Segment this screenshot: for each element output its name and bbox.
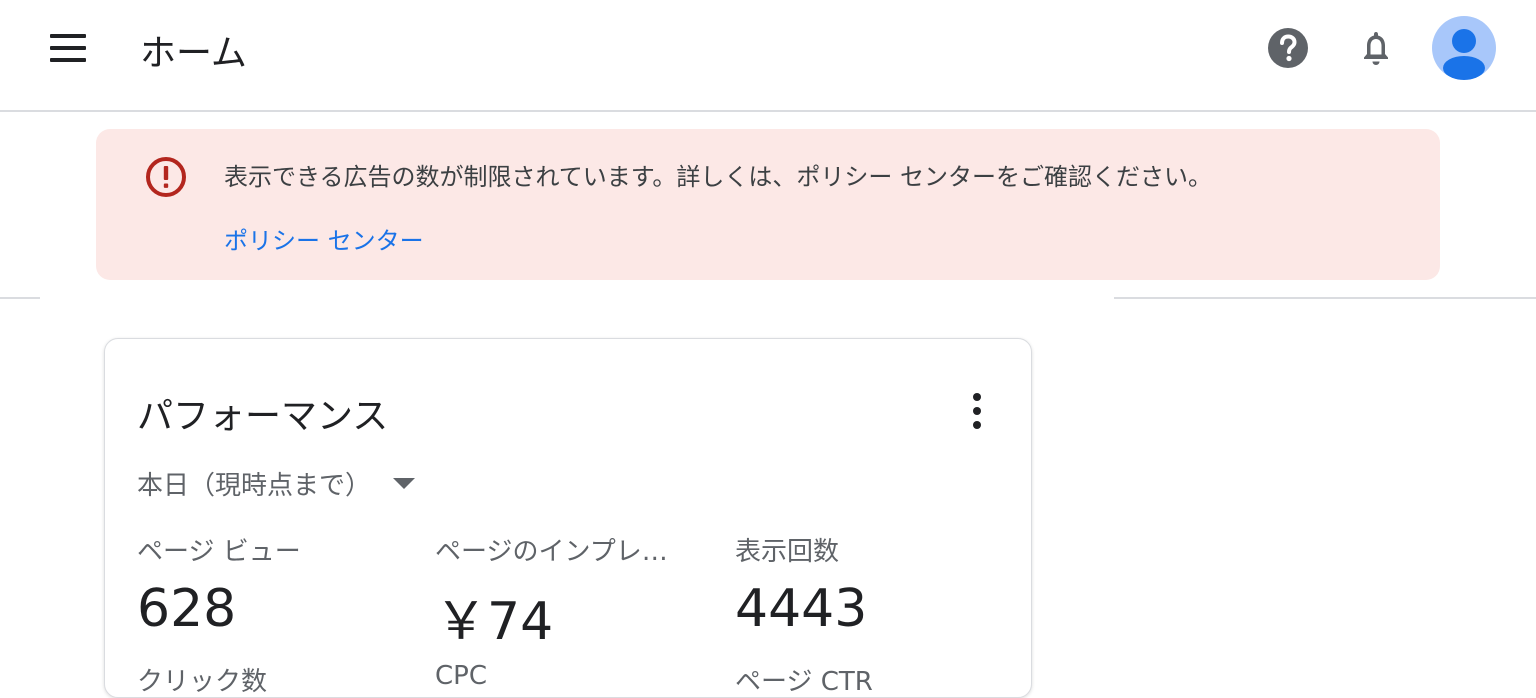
top-app-bar: ホーム	[0, 0, 1536, 112]
divider	[1114, 297, 1536, 299]
metric-label-page-ctr: ページ CTR	[735, 667, 873, 697]
policy-alert-banner: 表示できる広告の数が制限されています。詳しくは、ポリシー センターをご確認くださ…	[96, 129, 1440, 280]
help-circle-icon[interactable]	[1264, 24, 1312, 72]
performance-card: パフォーマンス 本日（現時点まで） ページ ビュー 628 ページのインプレ… …	[104, 338, 1032, 698]
metric-value-pageviews: 628	[137, 579, 237, 639]
card-title: パフォーマンス	[137, 396, 389, 437]
metric-label-clicks: クリック数	[137, 667, 268, 697]
policy-center-link[interactable]: ポリシー センター	[224, 221, 424, 256]
alert-message: 表示できる広告の数が制限されています。詳しくは、ポリシー センターをご確認くださ…	[224, 163, 1213, 191]
metric-value-impressions: 4443	[735, 579, 868, 639]
date-range-label: 本日（現時点まで）	[137, 470, 372, 501]
page-title: ホーム	[140, 33, 247, 74]
metric-label-cpc: CPC	[435, 661, 487, 691]
metric-label-page-rpm: ページのインプレ…	[435, 537, 668, 567]
error-circle-icon	[144, 155, 188, 199]
metric-label-impressions: 表示回数	[735, 537, 840, 567]
more-vert-icon[interactable]	[957, 387, 997, 435]
metric-label-pageviews: ページ ビュー	[137, 537, 301, 567]
hamburger-menu-icon[interactable]	[44, 30, 92, 66]
divider	[0, 297, 40, 299]
account-avatar-icon[interactable]	[1432, 16, 1496, 80]
dropdown-arrow-icon	[393, 477, 416, 489]
metric-value-page-rpm: ￥74	[435, 592, 554, 652]
bell-icon[interactable]	[1352, 24, 1400, 72]
date-range-dropdown[interactable]: 本日（現時点まで）	[137, 465, 416, 501]
